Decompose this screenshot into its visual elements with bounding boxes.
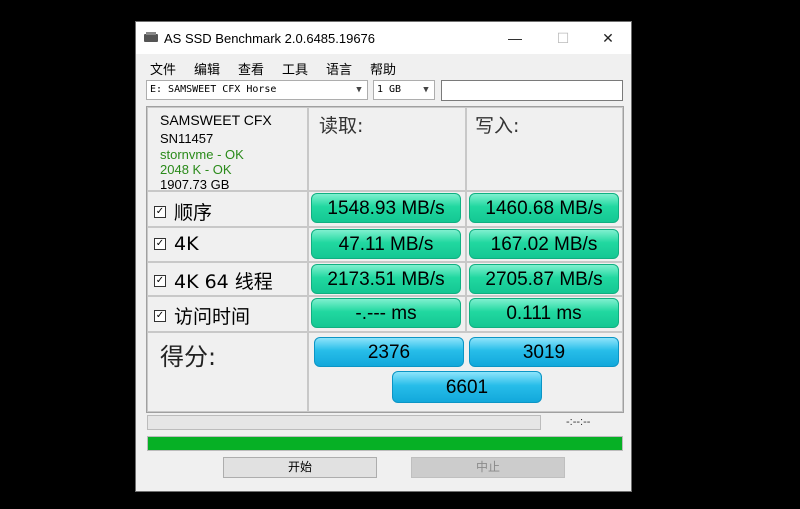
read-header: 读取: bbox=[319, 115, 364, 137]
result-cell: 167.02 MB/s bbox=[466, 227, 623, 262]
menu-view[interactable]: 查看 bbox=[238, 59, 264, 78]
chevron-down-icon: ▼ bbox=[356, 85, 362, 95]
seq-read-result: 1548.93 MB/s bbox=[311, 193, 461, 223]
custom-text-field[interactable] bbox=[441, 80, 623, 101]
row-4k64-option[interactable]: ✓ 4K 64 线程 bbox=[154, 267, 273, 294]
row-label: 4K 64 线程 bbox=[174, 271, 273, 293]
menu-bar: 文件 编辑 查看 工具 语言 帮助 bbox=[136, 55, 631, 78]
chevron-down-icon: ▼ bbox=[423, 85, 429, 95]
result-cell: 1460.68 MB/s bbox=[466, 191, 623, 227]
test-progress-bar bbox=[147, 415, 541, 430]
menu-file[interactable]: 文件 bbox=[150, 59, 176, 78]
read-score: 2376 bbox=[314, 337, 464, 367]
driver-status: stornvme - OK bbox=[160, 147, 244, 162]
row-label-cell: ✓ 访问时间 bbox=[147, 296, 308, 332]
drive-select[interactable]: E: SAMSWEET CFX Horse ▼ bbox=[146, 80, 368, 100]
write-header-cell: 写入: bbox=[466, 107, 623, 191]
result-cell: 2173.51 MB/s bbox=[308, 262, 466, 296]
menu-language[interactable]: 语言 bbox=[326, 59, 352, 78]
stop-button[interactable]: 中止 bbox=[411, 457, 565, 478]
row-seq-option[interactable]: ✓ 顺序 bbox=[154, 198, 212, 225]
alignment-status: 2048 K - OK bbox=[160, 162, 232, 177]
row-label: 访问时间 bbox=[174, 306, 251, 328]
read-header-cell: 读取: bbox=[308, 107, 466, 191]
drive-serial: SN11457 bbox=[160, 131, 214, 146]
write-header: 写入: bbox=[475, 115, 520, 137]
row-label: 顺序 bbox=[174, 202, 213, 224]
size-select[interactable]: 1 GB ▼ bbox=[373, 80, 435, 100]
maximize-button[interactable]: ☐ bbox=[540, 22, 586, 54]
4k64-read-result: 2173.51 MB/s bbox=[311, 264, 461, 294]
checkbox-icon[interactable]: ✓ bbox=[154, 274, 166, 287]
drive-name: SAMSWEET CFX bbox=[160, 112, 272, 128]
checkbox-icon[interactable]: ✓ bbox=[154, 238, 166, 250]
minimize-button[interactable]: — bbox=[492, 22, 538, 54]
elapsed-time: -:--:-- bbox=[566, 416, 591, 428]
access-write-result: 0.111 ms bbox=[469, 298, 619, 328]
close-button[interactable]: ✕ bbox=[585, 22, 631, 54]
result-cell: 2705.87 MB/s bbox=[466, 262, 623, 296]
result-cell: 47.11 MB/s bbox=[308, 227, 466, 262]
row-label-cell: ✓ 4K bbox=[147, 227, 308, 262]
menu-help[interactable]: 帮助 bbox=[370, 59, 396, 78]
drive-select-value: E: SAMSWEET CFX Horse bbox=[150, 84, 277, 95]
menu-tools[interactable]: 工具 bbox=[282, 59, 308, 78]
drive-capacity: 1907.73 GB bbox=[160, 177, 230, 192]
title-bar: AS SSD Benchmark 2.0.6485.19676 — ☐ ✕ bbox=[136, 22, 631, 54]
menu-edit[interactable]: 编辑 bbox=[194, 59, 220, 78]
access-read-result: -.--- ms bbox=[311, 298, 461, 328]
row-access-option[interactable]: ✓ 访问时间 bbox=[154, 302, 250, 329]
start-button[interactable]: 开始 bbox=[223, 457, 377, 478]
write-score: 3019 bbox=[469, 337, 619, 367]
window-title: AS SSD Benchmark 2.0.6485.19676 bbox=[164, 31, 376, 46]
overall-progress-bar bbox=[147, 436, 623, 451]
drive-info-panel: SAMSWEET CFX SN11457 stornvme - OK 2048 … bbox=[147, 107, 308, 192]
row-label: 4K bbox=[174, 233, 199, 255]
row-label-cell: ✓ 4K 64 线程 bbox=[147, 262, 308, 296]
row-label-cell: ✓ 顺序 bbox=[147, 191, 308, 227]
row-4k-option[interactable]: ✓ 4K bbox=[154, 233, 199, 255]
size-select-value: 1 GB bbox=[377, 84, 402, 95]
result-cell: -.--- ms bbox=[308, 296, 466, 332]
app-window: AS SSD Benchmark 2.0.6485.19676 — ☐ ✕ 文件… bbox=[135, 21, 632, 492]
seq-write-result: 1460.68 MB/s bbox=[469, 193, 619, 223]
score-label-cell: 得分: bbox=[147, 332, 308, 412]
4k64-write-result: 2705.87 MB/s bbox=[469, 264, 619, 294]
4k-write-result: 167.02 MB/s bbox=[469, 229, 619, 259]
drive-icon bbox=[144, 32, 158, 42]
checkbox-icon[interactable]: ✓ bbox=[154, 309, 166, 322]
results-grid: SAMSWEET CFX SN11457 stornvme - OK 2048 … bbox=[146, 106, 624, 413]
result-cell: 0.111 ms bbox=[466, 296, 623, 332]
result-cell: 1548.93 MB/s bbox=[308, 191, 466, 227]
4k-read-result: 47.11 MB/s bbox=[311, 229, 461, 259]
checkbox-icon[interactable]: ✓ bbox=[154, 205, 166, 218]
score-label: 得分: bbox=[160, 343, 217, 371]
total-score: 6601 bbox=[392, 371, 542, 403]
score-cell: 2376 3019 6601 bbox=[308, 332, 623, 412]
